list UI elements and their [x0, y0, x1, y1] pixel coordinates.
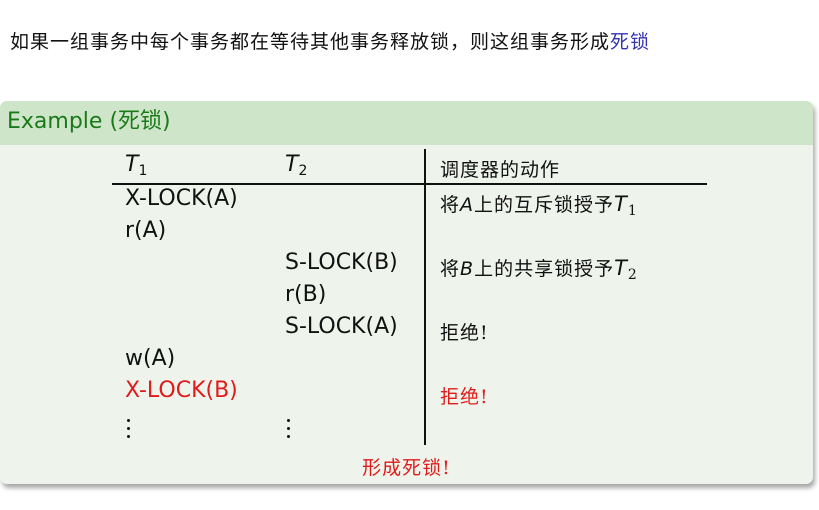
column-divider: [424, 149, 426, 445]
row2-t1: r(A): [125, 218, 167, 243]
t2-vertical-ellipsis: [287, 419, 291, 443]
row6-t1: w(A): [125, 346, 176, 371]
header-t2: T2: [285, 152, 308, 179]
row7-t1: X-LOCK(B): [125, 378, 238, 403]
intro-paragraph: 如果一组事务中每个事务都在等待其他事务释放锁，则这组事务形成死锁: [10, 27, 810, 58]
row7-action: 拒绝!: [440, 386, 489, 408]
row3-action: 将B上的共享锁授予T2: [440, 256, 638, 283]
example-block: Example (死锁) T1 T2 调度器的动作 X-LOCK(A) 将A上的…: [0, 101, 813, 484]
intro-term-deadlock: 死锁: [610, 31, 651, 53]
row1-action: 将A上的互斥锁授予T1: [440, 192, 638, 219]
row5-t2: S-LOCK(A): [285, 314, 398, 339]
row1-t1: X-LOCK(A): [125, 186, 238, 211]
example-title: Example (死锁): [0, 101, 813, 145]
deadlock-conclusion: 形成死锁!: [362, 457, 451, 479]
row4-t2: r(B): [285, 282, 327, 307]
example-title-cn: 死锁: [118, 109, 163, 134]
t1-vertical-ellipsis: [127, 419, 131, 443]
row3-t2: S-LOCK(B): [285, 250, 398, 275]
intro-text: 如果一组事务中每个事务都在等待其他事务释放锁，则这组事务形成: [10, 31, 611, 53]
header-scheduler: 调度器的动作: [440, 159, 561, 181]
header-t1: T1: [125, 152, 148, 179]
header-rule: [112, 183, 707, 185]
row5-action: 拒绝!: [440, 322, 489, 344]
